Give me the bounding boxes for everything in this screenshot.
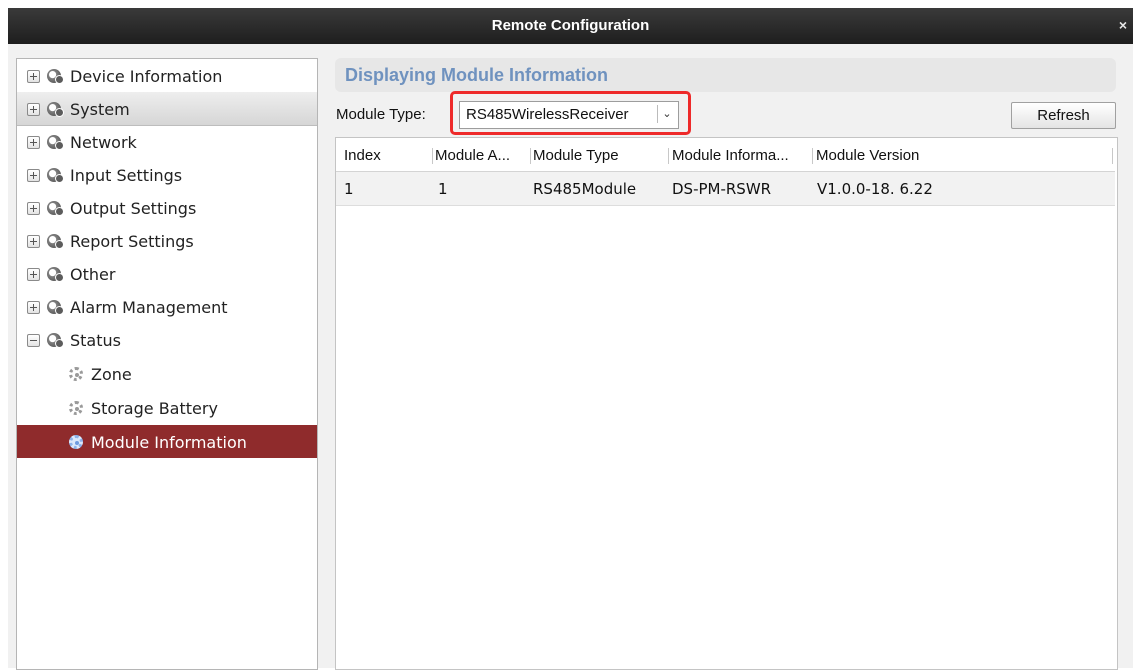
- sidebar-item-network[interactable]: Network: [17, 125, 317, 158]
- sidebar-subitem-zone[interactable]: Zone: [17, 357, 317, 390]
- sidebar-item-report-settings[interactable]: Report Settings: [17, 224, 317, 257]
- expand-plus-icon[interactable]: [27, 136, 40, 149]
- title-bar: Remote Configuration ×: [8, 8, 1133, 44]
- sidebar-tree[interactable]: Device Information System Network Input …: [16, 58, 318, 670]
- gear-group-icon: [47, 201, 64, 216]
- panel-header: Displaying Module Information: [335, 58, 1116, 92]
- gear-group-icon: [47, 234, 64, 249]
- cog-icon: [69, 367, 83, 381]
- column-header-module-type[interactable]: Module Type: [533, 147, 663, 164]
- gear-group-icon: [47, 300, 64, 315]
- table-header: Index Module A... Module Type Module Inf…: [336, 138, 1115, 172]
- table-cell: 1: [344, 180, 354, 198]
- expand-plus-icon[interactable]: [27, 301, 40, 314]
- table-cell: V1.0.0-18. 6.22: [817, 180, 933, 198]
- column-header-index[interactable]: Index: [344, 147, 424, 164]
- window-title: Remote Configuration: [491, 17, 650, 34]
- refresh-button[interactable]: Refresh: [1011, 102, 1116, 129]
- table-cell: DS-PM-RSWR: [672, 180, 772, 198]
- column-separator[interactable]: [812, 148, 813, 164]
- gear-group-icon: [47, 333, 64, 348]
- expand-plus-icon[interactable]: [27, 103, 40, 116]
- cog-icon: [69, 435, 83, 449]
- expand-plus-icon[interactable]: [27, 268, 40, 281]
- column-header-module-version[interactable]: Module Version: [816, 147, 1016, 164]
- sidebar-item-label: System: [70, 100, 130, 119]
- sidebar-item-label: Input Settings: [70, 166, 183, 185]
- gear-group-icon: [47, 135, 64, 150]
- expand-plus-icon[interactable]: [27, 235, 40, 248]
- cog-icon: [69, 401, 83, 415]
- module-type-label: Module Type:: [336, 106, 426, 123]
- column-separator[interactable]: [432, 148, 433, 164]
- gear-group-icon: [47, 102, 64, 117]
- expand-plus-icon[interactable]: [27, 202, 40, 215]
- collapse-minus-icon[interactable]: [27, 334, 40, 347]
- sidebar-item-label: Status: [70, 331, 121, 350]
- gear-group-icon: [47, 69, 64, 84]
- sidebar-item-other[interactable]: Other: [17, 257, 317, 290]
- sidebar-item-label: Other: [70, 265, 116, 284]
- column-header-module-information[interactable]: Module Informa...: [672, 147, 812, 164]
- sidebar-item-label: Storage Battery: [91, 399, 218, 418]
- sidebar-item-device-information[interactable]: Device Information: [17, 59, 317, 92]
- sidebar-item-label: Device Information: [70, 67, 223, 86]
- column-separator[interactable]: [530, 148, 531, 164]
- gear-group-icon: [47, 168, 64, 183]
- expand-plus-icon[interactable]: [27, 70, 40, 83]
- sidebar-item-label: Module Information: [91, 433, 247, 452]
- sidebar-subitem-storage-battery[interactable]: Storage Battery: [17, 391, 317, 424]
- expand-plus-icon[interactable]: [27, 169, 40, 182]
- sidebar-item-label: Alarm Management: [70, 298, 228, 317]
- column-header-module-address[interactable]: Module A...: [435, 147, 530, 164]
- sidebar-subitem-module-information[interactable]: Module Information: [17, 425, 317, 458]
- sidebar-item-input-settings[interactable]: Input Settings: [17, 158, 317, 191]
- close-icon[interactable]: ×: [1119, 17, 1127, 33]
- sidebar-item-output-settings[interactable]: Output Settings: [17, 191, 317, 224]
- sidebar-item-label: Output Settings: [70, 199, 197, 218]
- sidebar-item-status[interactable]: Status: [17, 323, 317, 356]
- sidebar-item-label: Report Settings: [70, 232, 194, 251]
- module-table: Index Module A... Module Type Module Inf…: [335, 137, 1118, 670]
- table-cell: RS485Module: [533, 180, 637, 198]
- page-title: Displaying Module Information: [345, 65, 609, 85]
- sidebar-item-label: Zone: [91, 365, 132, 384]
- highlight-annotation-box: [450, 91, 691, 135]
- sidebar-item-label: Network: [70, 133, 137, 152]
- table-cell: 1: [438, 180, 448, 198]
- gear-group-icon: [47, 267, 64, 282]
- sidebar-item-alarm-management[interactable]: Alarm Management: [17, 290, 317, 323]
- column-separator[interactable]: [1112, 148, 1113, 164]
- column-separator[interactable]: [668, 148, 669, 164]
- sidebar-item-system[interactable]: System: [17, 92, 317, 126]
- table-row[interactable]: 1 1 RS485Module DS-PM-RSWR V1.0.0-18. 6.…: [336, 172, 1115, 206]
